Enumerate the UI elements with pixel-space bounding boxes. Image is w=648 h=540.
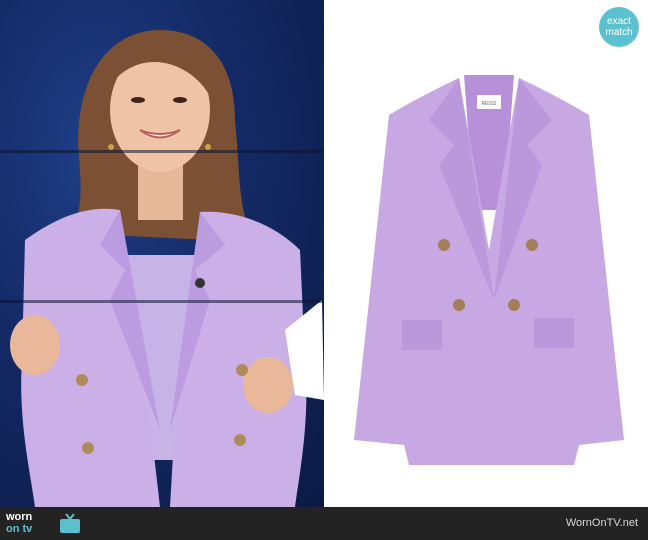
footer-bar: worn on tv WornOnTV.net — [0, 507, 648, 540]
logo-text-top: worn — [6, 511, 33, 523]
badge-line1: exact — [607, 16, 631, 27]
label-text: REISS — [481, 101, 497, 107]
badge-line2: match — [605, 27, 633, 38]
site-name: WornOnTV.net — [565, 517, 638, 529]
wornontv-logo[interactable]: worn on tv — [6, 511, 86, 537]
blazer-product-image: REISS — [354, 75, 624, 465]
logo-text-bottom: on tv — [6, 523, 33, 535]
presenter-photo — [0, 0, 324, 507]
presenter-illustration — [10, 30, 324, 507]
exact-match-badge: exact match — [599, 7, 639, 47]
tv-icon — [60, 513, 80, 533]
product-panel: REISS — [324, 0, 648, 507]
